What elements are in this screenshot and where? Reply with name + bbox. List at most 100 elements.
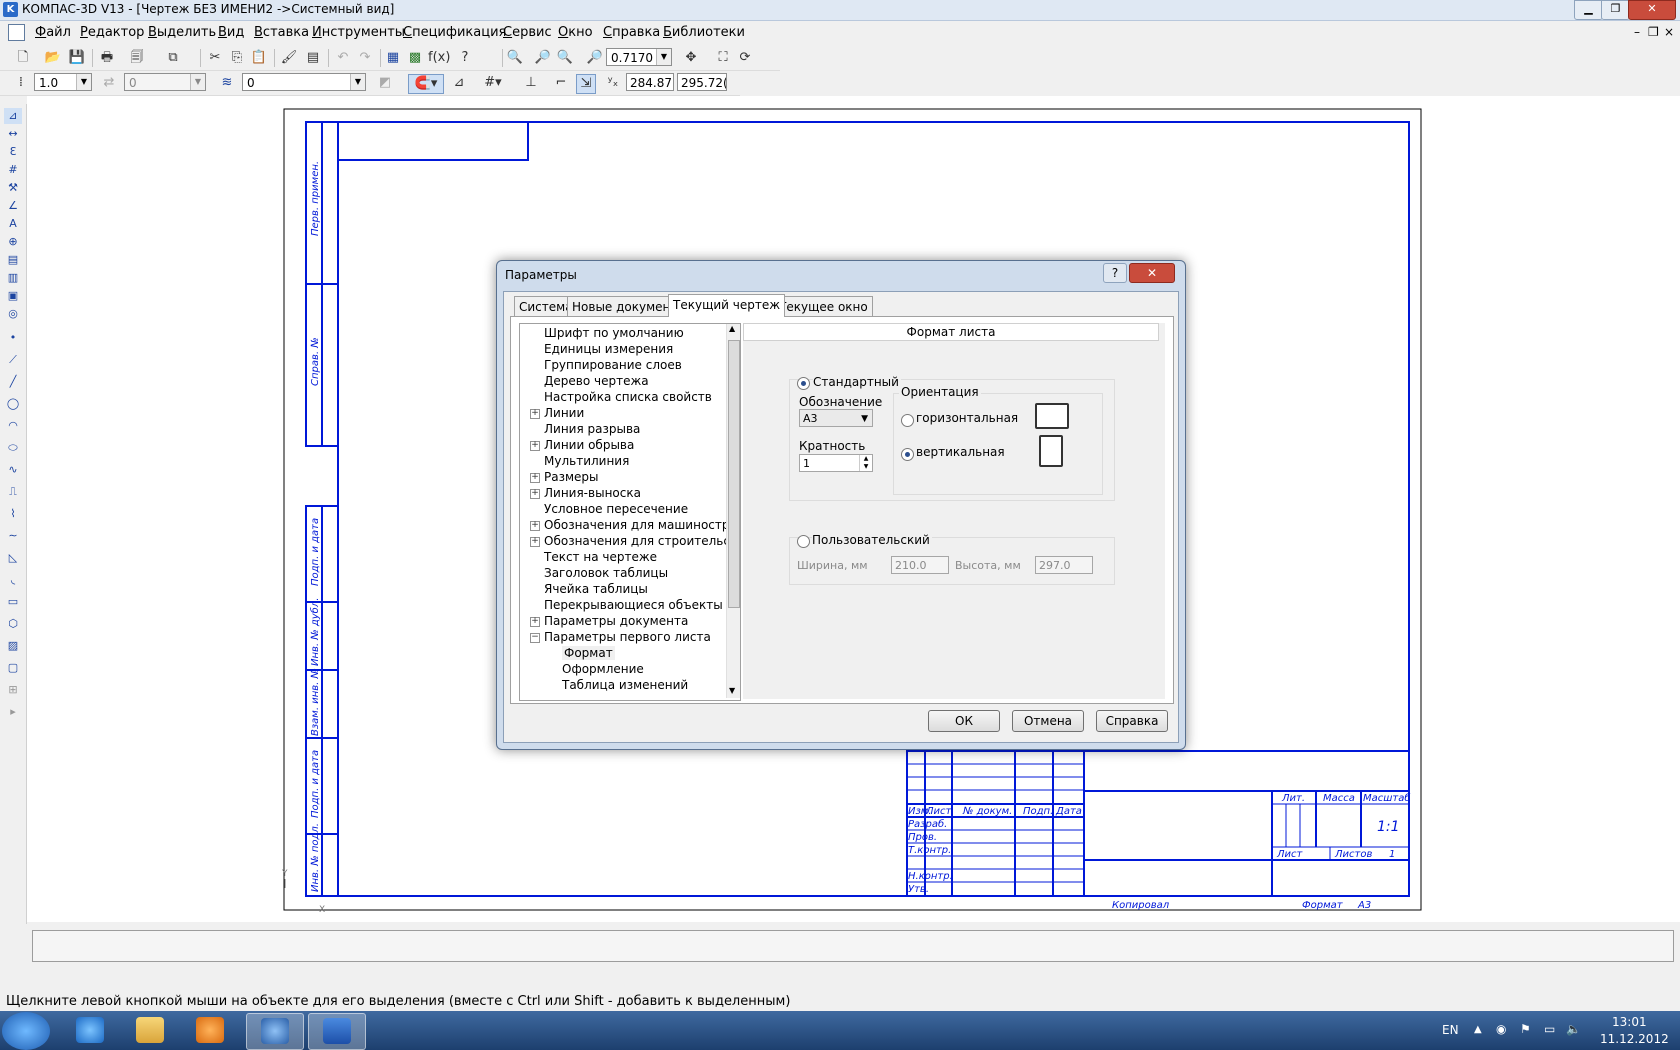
round-off-icon[interactable]: ⇲ [576, 74, 596, 94]
properties-brush-icon[interactable]: 🖌 [280, 49, 298, 67]
settings-tree[interactable]: Шрифт по умолчанию Единицы измерения Групп… [519, 323, 741, 701]
minimize-button[interactable]: ▁ [1574, 0, 1603, 20]
mdi-close-button[interactable]: × [1664, 25, 1674, 39]
grid-icon[interactable]: #▾ [484, 74, 502, 92]
parametrization-panel-icon[interactable]: ⚒ [4, 180, 22, 196]
variables-fx-icon[interactable]: f(x) [428, 49, 450, 67]
tree-item[interactable]: Мультилиния [544, 454, 629, 468]
menu-select[interactable]: Выделить [148, 25, 216, 40]
new-file-icon[interactable]: 🗋 [14, 49, 32, 67]
expand-icon[interactable]: + [530, 537, 540, 547]
coord-y-field[interactable]: 295.72( [677, 73, 727, 91]
library-panel-icon[interactable]: ◎ [4, 306, 22, 322]
scroll-up-icon[interactable]: ▲ [729, 324, 735, 333]
zoom-in-icon[interactable]: 🔎 [534, 49, 552, 67]
expand-icon[interactable]: + [530, 489, 540, 499]
chevron-down-icon[interactable]: ▼ [190, 74, 205, 90]
refresh-icon[interactable]: ⟳ [736, 49, 754, 67]
taskbar-kompas[interactable] [246, 1013, 304, 1050]
tree-item[interactable]: + Параметры документа [530, 614, 688, 628]
chamfer-icon[interactable]: ◺ [4, 550, 22, 566]
save-icon[interactable]: 💾 [68, 49, 86, 67]
layers-icon[interactable]: ≋ [218, 74, 236, 92]
dimensions-panel-icon[interactable]: ↔ [4, 126, 22, 142]
expand-icon[interactable]: + [530, 441, 540, 451]
ellipse-icon[interactable]: ⬭ [4, 440, 22, 456]
help-button[interactable]: Справка [1096, 710, 1168, 732]
edit-panel-icon[interactable]: # [4, 162, 22, 178]
tree-item[interactable]: Ячейка таблицы [544, 582, 648, 596]
snap-magnet-icon[interactable]: 🧲▾ [408, 74, 444, 94]
antivirus-icon[interactable]: ◉ [1496, 1022, 1506, 1036]
custom-radio[interactable] [797, 535, 810, 548]
standard-radio[interactable] [797, 377, 810, 390]
taskbar-word[interactable] [308, 1013, 366, 1050]
tree-item[interactable]: Перекрывающиеся объекты [544, 598, 723, 612]
tree-item[interactable]: Дерево чертежа [544, 374, 649, 388]
taskbar-explorer[interactable] [122, 1013, 178, 1048]
local-cs-icon[interactable]: ⊥ [522, 74, 540, 92]
zoom-combo[interactable]: 0.7170 ▼ [606, 48, 672, 66]
tree-item[interactable]: + Обозначения для машиностроения [530, 518, 740, 532]
zoom-window-icon[interactable]: 🔍 [506, 49, 524, 67]
redo-icon[interactable]: ↷ [356, 49, 374, 67]
select-panel-icon[interactable]: A [4, 216, 22, 232]
dialog-close-button[interactable]: ✕ [1129, 263, 1175, 283]
expand-icon[interactable]: + [530, 409, 540, 419]
fillet-icon[interactable]: ◟ [4, 572, 22, 588]
menu-editor[interactable]: Редактор [80, 25, 144, 40]
step-combo[interactable]: 0 ▼ [124, 73, 206, 91]
cancel-button[interactable]: Отмена [1012, 710, 1084, 732]
mdi-restore-button[interactable]: ❐ [1648, 25, 1659, 39]
chevron-down-icon[interactable]: ▼ [76, 74, 91, 90]
print-icon[interactable]: 🖶 [98, 49, 116, 67]
line-scale-combo[interactable]: 1.0 ▼ [34, 73, 92, 91]
tree-item[interactable]: + Обозначения для строительства [530, 534, 740, 548]
tree-item[interactable]: − Параметры первого листа [530, 630, 711, 644]
ok-button[interactable]: ОК [928, 710, 1000, 732]
menu-insert[interactable]: Вставка [254, 25, 309, 40]
pan-icon[interactable]: ✥ [682, 49, 700, 67]
measure-panel-icon[interactable]: ∠ [4, 198, 22, 214]
taskbar-ie[interactable] [62, 1013, 118, 1048]
clock-date[interactable]: 11.12.2012 [1600, 1032, 1669, 1046]
show-all-icon[interactable]: ⛶ [714, 49, 732, 67]
scroll-down-icon[interactable]: ▼ [729, 686, 735, 695]
rectangle-icon[interactable]: ▭ [4, 594, 22, 610]
point-icon[interactable]: • [4, 330, 22, 346]
auxiliary-line-icon[interactable]: ⟋ [4, 352, 22, 368]
tree-item[interactable]: Шрифт по умолчанию [544, 326, 684, 340]
tree-item[interactable]: Линия разрыва [544, 422, 640, 436]
designation-select[interactable]: A3 ▼ [799, 409, 873, 427]
more-icon[interactable]: ▸ [4, 704, 22, 720]
associative-views-icon[interactable]: ⊕ [4, 234, 22, 250]
dialog-help-button[interactable]: ? [1103, 263, 1127, 283]
coord-x-field[interactable]: 284.87: [626, 73, 674, 91]
tree-child-item[interactable]: Формат [562, 646, 615, 660]
ortho-icon[interactable]: ⊿ [450, 74, 468, 92]
clipboard-properties-icon[interactable]: ▤ [304, 49, 322, 67]
tree-item[interactable]: Единицы измерения [544, 342, 673, 356]
library-manager-icon[interactable]: ▩ [406, 49, 424, 67]
polygon-icon[interactable]: ⬡ [4, 616, 22, 632]
tree-item[interactable]: + Линии обрыва [530, 438, 634, 452]
nurbs-icon[interactable]: ⌇ [4, 506, 22, 522]
clock-time[interactable]: 13:01 [1612, 1015, 1647, 1029]
spline-icon[interactable]: ∿ [4, 462, 22, 478]
undo-icon[interactable]: ↶ [334, 49, 352, 67]
layer-combo[interactable]: 0 ▼ [242, 73, 366, 91]
expand-icon[interactable]: + [530, 473, 540, 483]
menu-specification[interactable]: Спецификация [403, 25, 506, 40]
menu-libraries[interactable]: Библиотеки [663, 25, 745, 40]
vertical-radio[interactable] [901, 448, 914, 461]
menu-view[interactable]: Вид [218, 25, 244, 40]
copy-icon[interactable]: ⎘ [228, 49, 246, 67]
tree-item[interactable]: Текст на чертеже [544, 550, 657, 564]
segment-icon[interactable]: ╱ [4, 374, 22, 390]
tab-current-window[interactable]: Текущее окно [774, 296, 873, 316]
tray-expand-icon[interactable]: ▲ [1474, 1024, 1482, 1035]
horizontal-radio[interactable] [901, 414, 914, 427]
insert-panel-icon[interactable]: ▣ [4, 288, 22, 304]
scrollbar-thumb[interactable] [728, 340, 740, 608]
tree-item[interactable]: + Линии [530, 406, 584, 420]
